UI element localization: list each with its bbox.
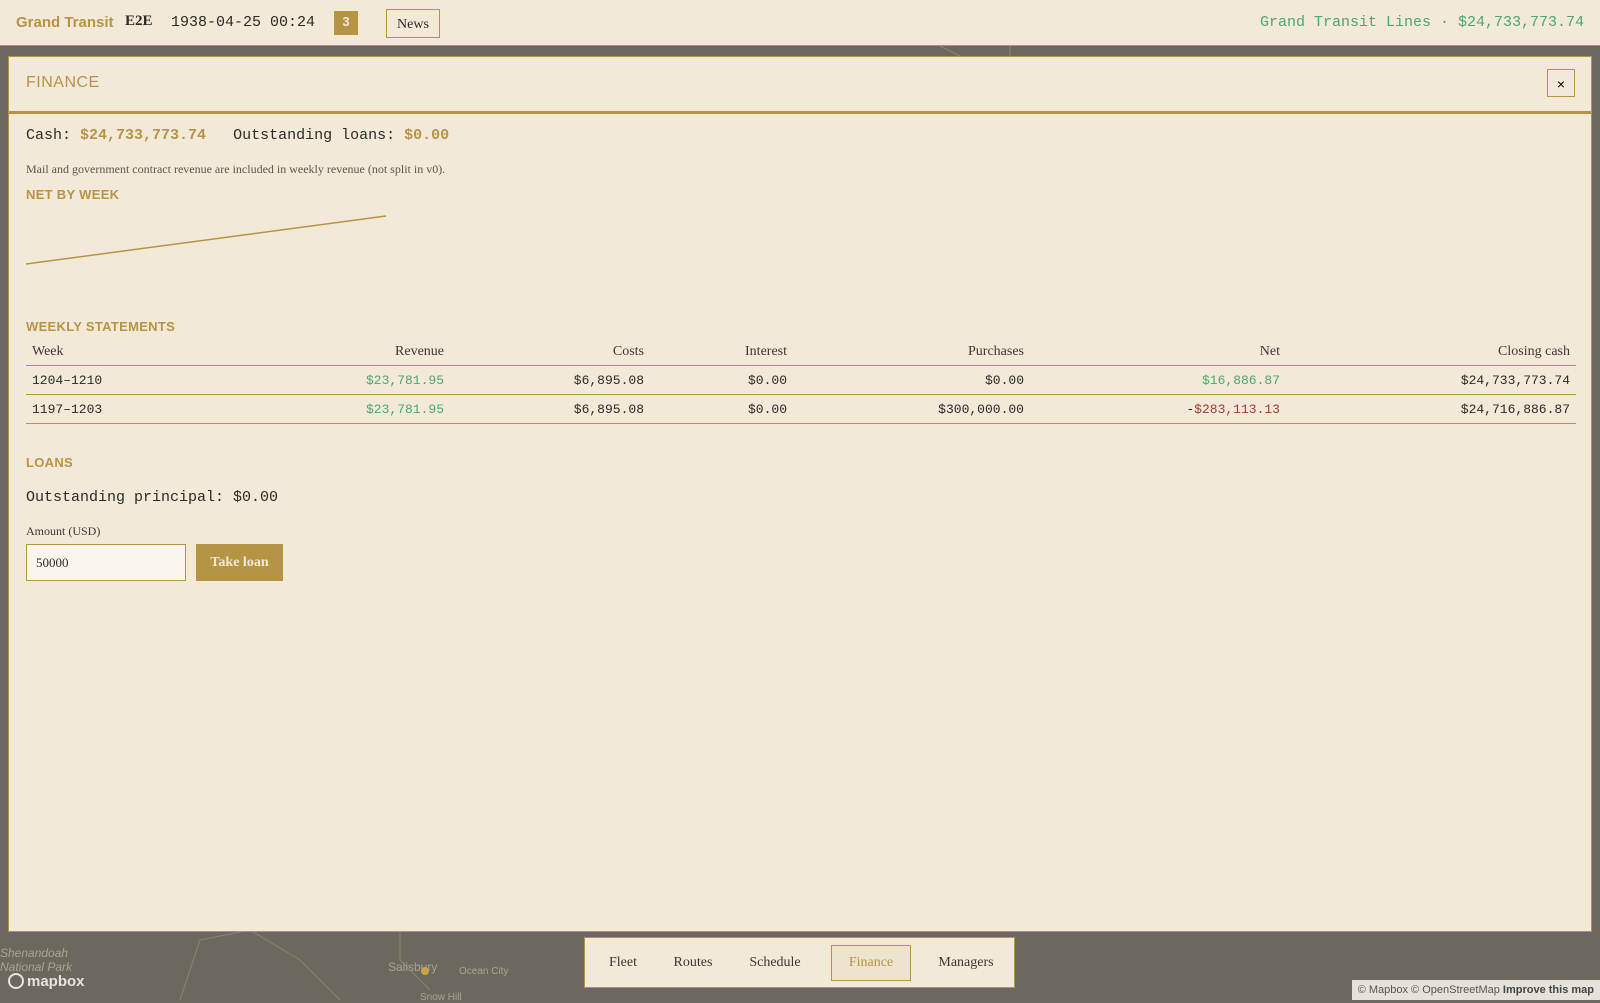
finance-modal: FINANCE × Cash: $24,733,773.74 Outstandi… [8,56,1592,932]
brand-name: Grand Transit [16,14,114,31]
weekly-statements-title: WEEKLY STATEMENTS [26,319,176,334]
col-week: Week [26,339,138,366]
close-button[interactable]: × [1547,69,1575,97]
net-value: $283,113.13 [1194,401,1280,417]
col-purchases: Purchases [793,339,1030,366]
col-costs: Costs [450,339,650,366]
improve-map-link[interactable]: Improve this map [1503,984,1594,996]
cell-net: -$283,113.13 [1030,394,1286,424]
loans-title: LOANS [26,455,73,470]
table-row: 1197–1203 $23,781.95 $6,895.08 $0.00 $30… [26,394,1576,424]
tab-schedule[interactable]: Schedule [737,945,813,981]
col-closing-cash: Closing cash [1286,339,1576,366]
col-net: Net [1030,339,1286,366]
net-by-week-chart [26,215,387,265]
mapbox-icon [8,973,24,989]
map-label-salisbury: Salisbury [388,960,438,974]
bottom-nav: Fleet Routes Schedule Finance Managers [584,937,1015,988]
cell-purchases: $300,000.00 [793,394,1030,424]
game-datetime: 1938-04-25 00:24 [171,14,316,31]
modal-header: FINANCE × [9,57,1591,114]
city-marker[interactable] [421,967,429,975]
mapbox-logo[interactable]: mapbox [8,973,85,990]
cell-closing-cash: $24,716,886.87 [1286,394,1576,424]
cash-label: Cash: [26,127,72,144]
cell-revenue: $23,781.95 [138,365,450,395]
col-interest: Interest [650,339,793,366]
tab-fleet[interactable]: Fleet [597,945,649,981]
net-by-week-title: NET BY WEEK [26,187,120,202]
cell-week: 1197–1203 [26,394,138,424]
modal-body: Cash: $24,733,773.74 Outstanding loans: … [26,127,1574,202]
modal-title: FINANCE [26,74,100,91]
cell-purchases: $0.00 [793,365,1030,395]
notification-badge[interactable]: 3 [334,11,358,35]
attribution-text[interactable]: © Mapbox © OpenStreetMap [1358,984,1500,996]
cell-net: $16,886.87 [1030,365,1286,395]
cell-week: 1204–1210 [26,365,138,395]
tab-managers[interactable]: Managers [925,945,1007,981]
company-cash: Grand Transit Lines · $24,733,773.74 [1259,14,1584,31]
cell-interest: $0.00 [650,365,793,395]
map-attribution: © Mapbox © OpenStreetMap Improve this ma… [1351,980,1600,1000]
cash-summary: Cash: $24,733,773.74 Outstanding loans: … [26,127,1574,144]
weekly-statements-table: Week Revenue Costs Interest Purchases Ne… [26,339,1576,424]
table-header-row: Week Revenue Costs Interest Purchases Ne… [26,339,1576,366]
col-revenue: Revenue [138,339,450,366]
take-loan-button[interactable]: Take loan [196,544,283,581]
cell-closing-cash: $24,733,773.74 [1286,365,1576,395]
top-bar: Grand Transit E2E 1938-04-25 00:24 3 New… [0,0,1600,46]
loans-label: Outstanding loans: [233,127,396,144]
cell-costs: $6,895.08 [450,365,650,395]
map-label-shenandoah: Shenandoah [0,946,69,960]
revenue-note: Mail and government contract revenue are… [26,162,446,176]
tab-finance[interactable]: Finance [831,945,911,981]
net-series-line [26,215,387,265]
map-label-national-park: National Park [0,960,73,974]
loan-amount-input[interactable] [26,544,186,581]
table-row: 1204–1210 $23,781.95 $6,895.08 $0.00 $0.… [26,365,1576,395]
cell-interest: $0.00 [650,394,793,424]
cell-revenue: $23,781.95 [138,394,450,424]
map-label-ocean-city: Ocean City [459,966,509,977]
tab-routes[interactable]: Routes [663,945,723,981]
cell-costs: $6,895.08 [450,394,650,424]
cash-value: $24,733,773.74 [80,127,207,144]
mode-label: E2E [125,13,153,29]
net-sign: - [1186,401,1195,417]
amount-label: Amount (USD) [26,524,101,538]
outstanding-principal: Outstanding principal: $0.00 [26,489,279,506]
mapbox-logo-text: mapbox [27,973,85,990]
news-button[interactable]: News [386,9,440,38]
loans-value: $0.00 [404,127,450,144]
net-value: $16,886.87 [1201,372,1280,388]
map-label-snow-hill: Snow Hill [420,992,462,1003]
